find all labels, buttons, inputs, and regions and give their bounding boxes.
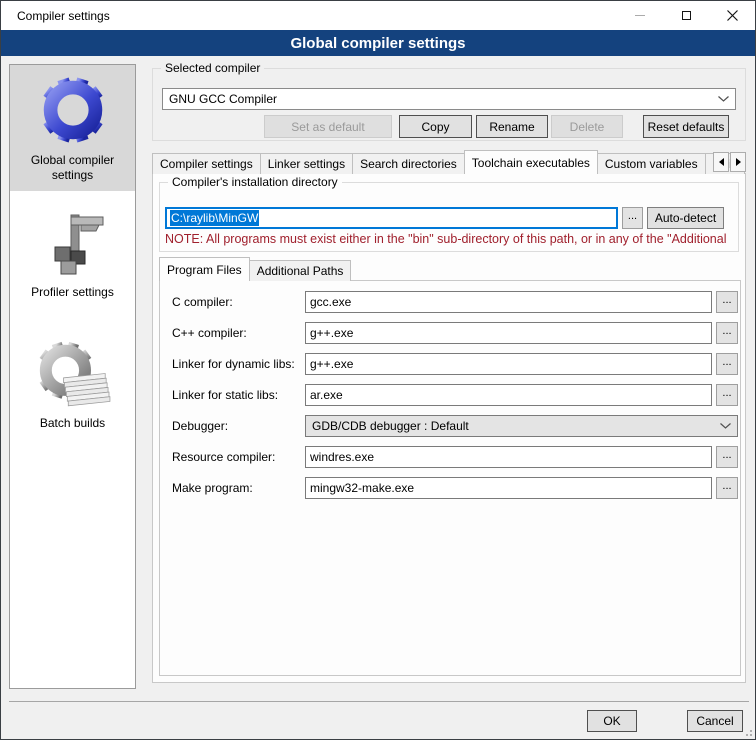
minimize-icon xyxy=(635,15,645,16)
field-label: Linker for dynamic libs: xyxy=(172,353,295,375)
field-label: Debugger: xyxy=(172,415,228,437)
compiler-select-value: GNU GCC Compiler xyxy=(169,92,277,106)
arrow-right-icon xyxy=(736,158,741,166)
selected-compiler-group: Selected compiler GNU GCC Compiler Set a… xyxy=(152,68,746,141)
make-program-row: Make program: mingw32-make.exe ... xyxy=(160,477,740,499)
field-label: Resource compiler: xyxy=(172,446,275,468)
field-label: Linker for static libs: xyxy=(172,384,278,406)
sidebar-item-global-compiler-settings[interactable]: Global compiler settings xyxy=(10,65,135,191)
c-compiler-input[interactable]: gcc.exe xyxy=(305,291,712,313)
sidebar-item-label: Profiler settings xyxy=(12,285,133,300)
program-files-page: C compiler: gcc.exe ... C++ compiler: g+… xyxy=(159,280,741,676)
group-label: Compiler's installation directory xyxy=(168,175,342,189)
sidebar-item-label: Global compiler settings xyxy=(12,153,133,183)
footer-separator xyxy=(9,701,749,702)
resize-grip-handle[interactable] xyxy=(742,726,752,736)
group-label: Selected compiler xyxy=(161,61,264,75)
tab-scroll-right-button[interactable] xyxy=(730,152,746,172)
dynamic-linker-row: Linker for dynamic libs: g++.exe ... xyxy=(160,353,740,375)
sidebar-item-batch-builds[interactable]: Batch builds xyxy=(10,334,135,439)
compiler-settings-dialog: Compiler settings Global compiler settin… xyxy=(0,0,756,740)
tab-compiler-settings[interactable]: Compiler settings xyxy=(152,153,261,174)
reset-defaults-button[interactable]: Reset defaults xyxy=(643,115,729,138)
window-controls xyxy=(617,1,755,30)
compiler-tab-strip: Compiler settings Linker settings Search… xyxy=(152,150,744,174)
set-as-default-button[interactable]: Set as default xyxy=(264,115,392,138)
c-compiler-browse-button[interactable]: ... xyxy=(716,291,738,313)
ok-button[interactable]: OK xyxy=(587,710,637,732)
make-program-browse-button[interactable]: ... xyxy=(716,477,738,499)
close-button[interactable] xyxy=(709,1,755,30)
maximize-icon xyxy=(682,11,691,20)
field-label: Make program: xyxy=(172,477,253,499)
installation-directory-browse-button[interactable]: ... xyxy=(622,207,643,229)
static-linker-row: Linker for static libs: ar.exe ... xyxy=(160,384,740,406)
tab-scroll-left-button[interactable] xyxy=(713,152,729,172)
field-label: C++ compiler: xyxy=(172,322,247,344)
installation-directory-group: Compiler's installation directory C:\ray… xyxy=(159,182,739,252)
tab-linker-settings[interactable]: Linker settings xyxy=(260,153,353,174)
sidebar-item-label: Batch builds xyxy=(12,416,133,431)
resource-compiler-row: Resource compiler: windres.exe ... xyxy=(160,446,740,468)
field-label: C compiler: xyxy=(172,291,233,313)
paths-tab-strip: Program Files Additional Paths xyxy=(159,258,350,281)
installation-directory-value: C:\raylib\MinGW xyxy=(170,210,259,226)
static-linker-input[interactable]: ar.exe xyxy=(305,384,712,406)
installation-note: NOTE: All programs must exist either in … xyxy=(165,232,735,246)
page-title: Global compiler settings xyxy=(290,35,465,52)
gray-gear-papers-icon xyxy=(35,340,111,412)
chevron-down-icon xyxy=(718,96,729,102)
cancel-button[interactable]: Cancel xyxy=(687,710,743,732)
tab-additional-paths[interactable]: Additional Paths xyxy=(249,260,352,281)
close-icon xyxy=(727,10,738,21)
window-title: Compiler settings xyxy=(17,9,110,23)
tab-toolchain-executables[interactable]: Toolchain executables xyxy=(464,150,598,174)
dialog-header: Global compiler settings xyxy=(1,30,755,56)
debugger-select-value: GDB/CDB debugger : Default xyxy=(312,419,469,433)
tab-search-directories[interactable]: Search directories xyxy=(352,153,465,174)
compiler-select[interactable]: GNU GCC Compiler xyxy=(162,88,736,110)
tab-custom-variables[interactable]: Custom variables xyxy=(597,153,706,174)
make-program-input[interactable]: mingw32-make.exe xyxy=(305,477,712,499)
dynamic-linker-input[interactable]: g++.exe xyxy=(305,353,712,375)
sidebar-item-profiler-settings[interactable]: Profiler settings xyxy=(10,203,135,308)
cpp-compiler-input[interactable]: g++.exe xyxy=(305,322,712,344)
maximize-button[interactable] xyxy=(663,1,709,30)
cpp-compiler-row: C++ compiler: g++.exe ... xyxy=(160,322,740,344)
installation-directory-input[interactable]: C:\raylib\MinGW xyxy=(165,207,618,229)
dynamic-linker-browse-button[interactable]: ... xyxy=(716,353,738,375)
auto-detect-button[interactable]: Auto-detect xyxy=(647,207,724,229)
debugger-select[interactable]: GDB/CDB debugger : Default xyxy=(305,415,738,437)
c-compiler-row: C compiler: gcc.exe ... xyxy=(160,291,740,313)
caliper-icon xyxy=(37,209,109,281)
resource-compiler-browse-button[interactable]: ... xyxy=(716,446,738,468)
minimize-button[interactable] xyxy=(617,1,663,30)
chevron-down-icon xyxy=(720,423,731,429)
debugger-row: Debugger: GDB/CDB debugger : Default xyxy=(160,415,740,437)
resource-compiler-input[interactable]: windres.exe xyxy=(305,446,712,468)
blue-gear-icon xyxy=(34,71,112,149)
copy-button[interactable]: Copy xyxy=(399,115,472,138)
settings-category-list: Global compiler settings Profiler settin… xyxy=(9,64,136,689)
cpp-compiler-browse-button[interactable]: ... xyxy=(716,322,738,344)
rename-button[interactable]: Rename xyxy=(476,115,548,138)
arrow-left-icon xyxy=(719,158,724,166)
delete-button[interactable]: Delete xyxy=(551,115,623,138)
tab-program-files[interactable]: Program Files xyxy=(159,257,250,281)
static-linker-browse-button[interactable]: ... xyxy=(716,384,738,406)
